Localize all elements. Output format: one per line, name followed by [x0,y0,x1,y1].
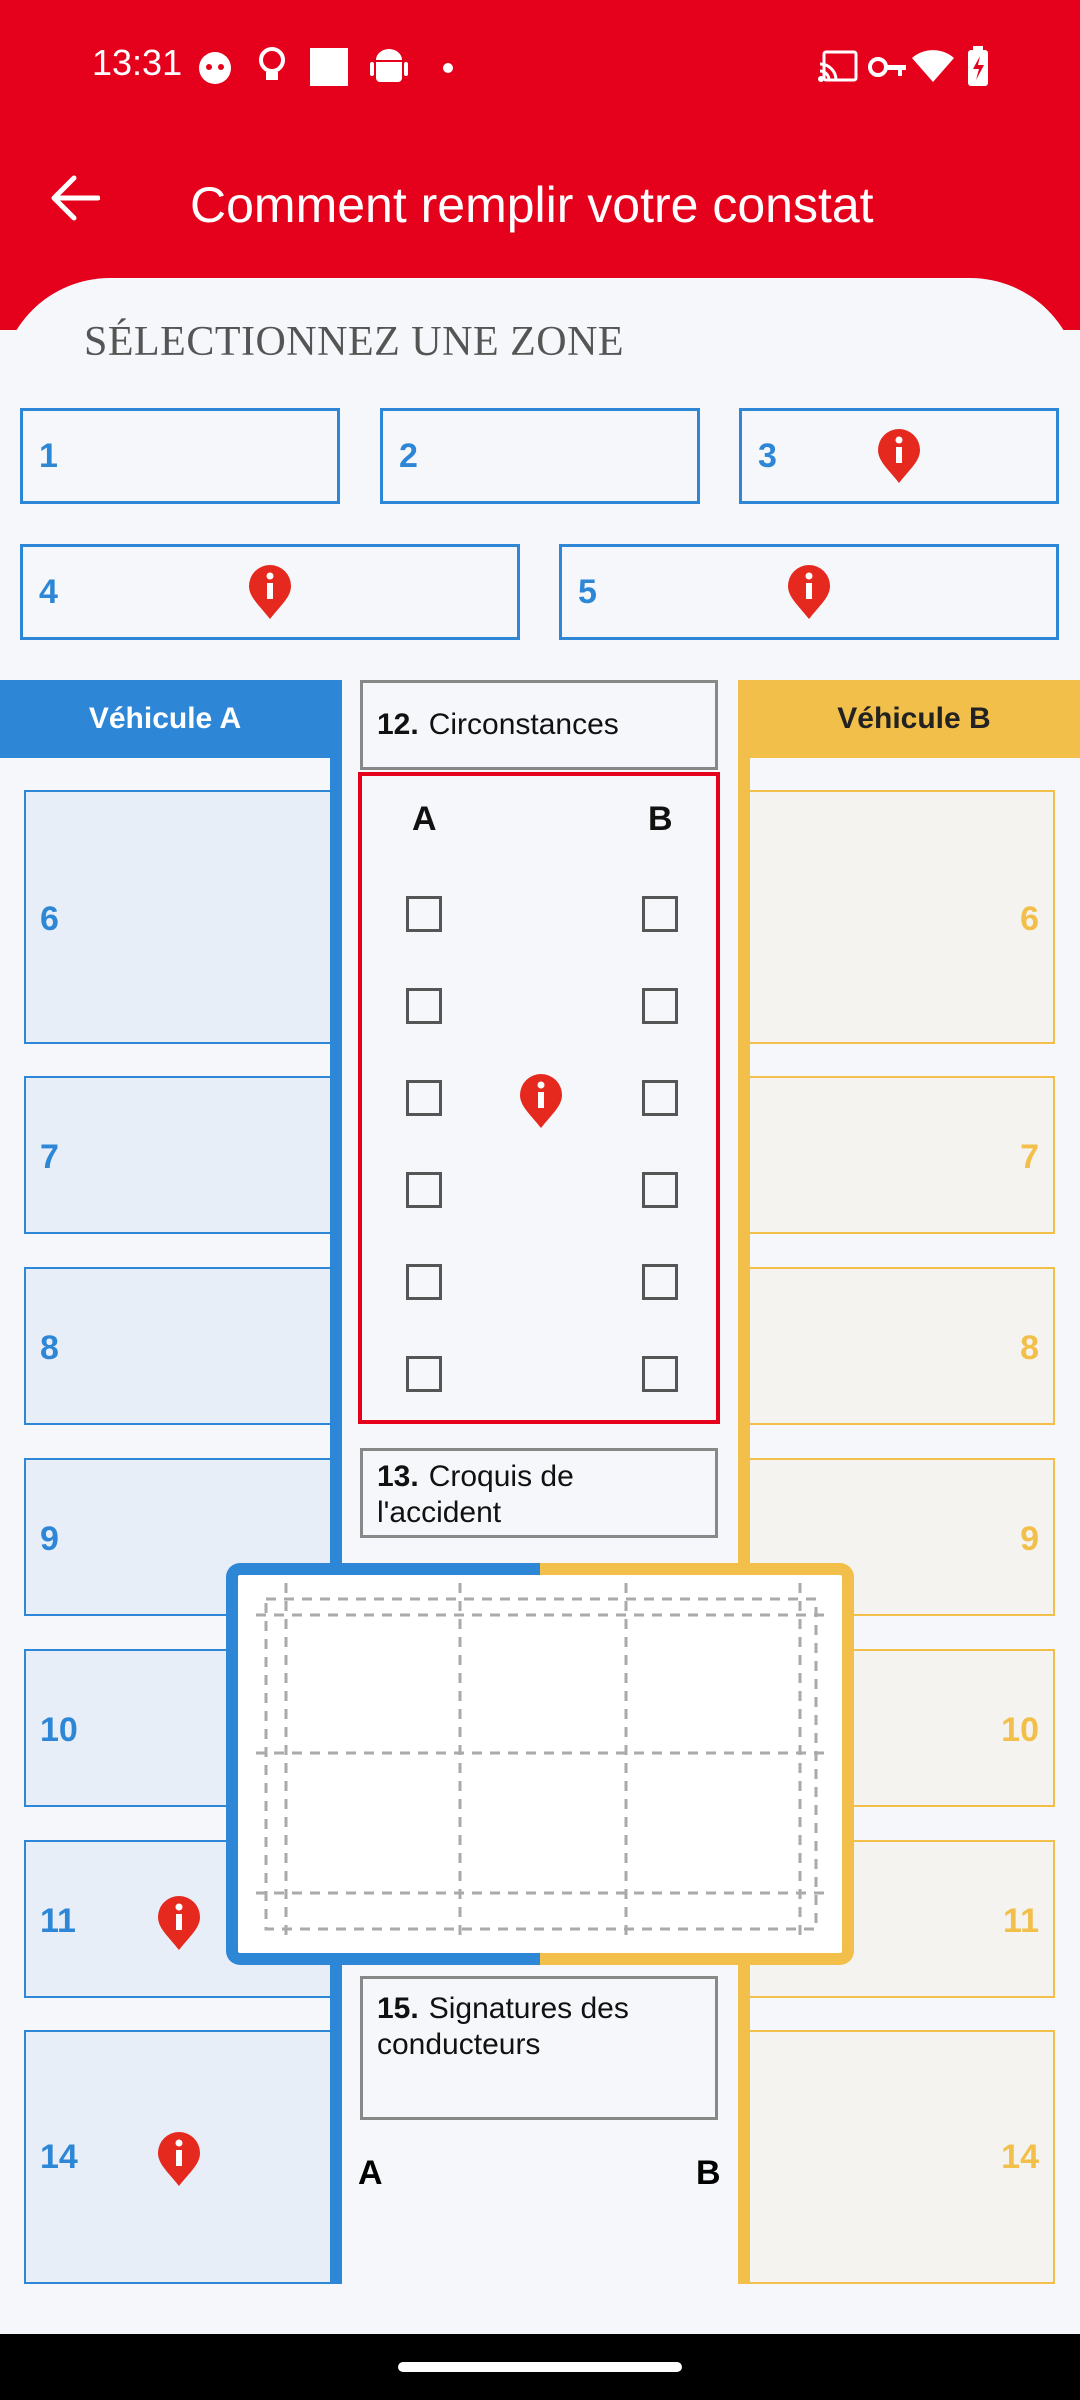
wifi-icon [912,50,954,82]
vehicle-b-bar [738,680,750,2284]
checkbox-b-6[interactable] [642,1356,678,1392]
checkbox-a-2[interactable] [406,988,442,1024]
zone-number: 9 [1020,1520,1039,1558]
checkbox-b-4[interactable] [642,1172,678,1208]
info-pin-icon [520,1074,562,1128]
vehicle-a-zone-6[interactable]: 6 [24,790,330,1044]
square-notification-icon [310,48,348,86]
vehicle-b-zone-14[interactable]: 14 [750,2030,1055,2284]
checkbox-b-3[interactable] [642,1080,678,1116]
signature-a-label: A [358,2154,383,2192]
cast-icon [818,50,858,82]
status-time: 13:31 [92,42,183,83]
vehicle-a-header: Véhicule A [0,680,330,758]
vehicle-b-zone-8[interactable]: 8 [750,1267,1055,1425]
checkbox-b-2[interactable] [642,988,678,1024]
info-pin-icon [158,1896,200,1950]
zone-label: 5 [578,573,597,611]
zone-number: 7 [40,1138,59,1176]
column-b-label: B [648,800,673,838]
zone-number: 10 [1001,1711,1039,1749]
info-pin-icon [878,429,920,483]
zone-number: 9 [40,1520,59,1558]
zone-label: 4 [39,573,58,611]
signature-b-label: B [696,2154,721,2192]
zone-number: 11 [40,1902,76,1940]
checkbox-a-3[interactable] [406,1080,442,1116]
checkbox-a-4[interactable] [406,1172,442,1208]
app-notification-icon [199,52,231,84]
circumstances-title-box[interactable]: 12. Circonstances [360,680,718,770]
android-icon [370,49,408,82]
vehicle-b-zone-6[interactable]: 6 [750,790,1055,1044]
section-number: 15. [377,1992,419,2025]
sketch-border-vehicle-b [540,1563,854,1965]
dot-icon [443,63,453,73]
vehicle-a-zone-7[interactable]: 7 [24,1076,330,1234]
zone-number: 7 [1020,1138,1039,1176]
info-pin-icon [158,2132,200,2186]
zone-button-3[interactable]: 3 [739,408,1059,504]
circumstances-panel[interactable]: A B [358,772,720,1424]
zone-button-5[interactable]: 5 [559,544,1059,640]
zone-number: 8 [1020,1329,1039,1367]
signatures-title-box[interactable]: 15. Signatures des conducteurs [360,1976,718,2120]
zone-label: 1 [39,437,58,475]
checkbox-b-1[interactable] [642,896,678,932]
page-title: Comment remplir votre constat [190,177,874,233]
zone-button-4[interactable]: 4 [20,544,520,640]
zone-label: 3 [758,437,777,475]
section-number: 12. [377,708,419,741]
zone-label: 2 [399,437,418,475]
checkbox-b-5[interactable] [642,1264,678,1300]
zone-number: 8 [40,1329,59,1367]
vehicle-b-zone-7[interactable]: 7 [750,1076,1055,1234]
info-pin-icon [788,565,830,619]
home-gesture-handle[interactable] [398,2362,682,2372]
checkbox-a-6[interactable] [406,1356,442,1392]
zone-number: 6 [40,900,59,938]
column-a-label: A [412,800,437,838]
section-title: Circonstances [428,708,619,741]
checkbox-a-5[interactable] [406,1264,442,1300]
zone-number: 14 [1001,2138,1039,2176]
vehicle-a-zone-14[interactable]: 14 [24,2030,330,2284]
lightbulb-icon [259,47,285,80]
vehicle-a-bar [330,680,342,2284]
battery-charging-icon [968,46,988,86]
info-pin-icon [249,565,291,619]
vpn-key-icon [868,57,906,77]
zone-number: 6 [1020,900,1039,938]
sketch-border-vehicle-a [226,1563,542,1965]
zone-heading: SÉLECTIONNEZ UNE ZONE [84,319,625,365]
checkbox-a-1[interactable] [406,896,442,932]
vehicle-b-header: Véhicule B [748,680,1080,758]
zone-button-1[interactable]: 1 [20,408,340,504]
zone-number: 14 [40,2138,78,2176]
section-number: 13. [377,1460,419,1493]
vehicle-a-zone-8[interactable]: 8 [24,1267,330,1425]
zone-button-2[interactable]: 2 [380,408,700,504]
zone-number: 11 [1003,1902,1039,1940]
sketch-title-box[interactable]: 13. Croquis de l'accident [360,1448,718,1538]
zone-number: 10 [40,1711,78,1749]
back-arrow-icon[interactable] [48,172,100,224]
